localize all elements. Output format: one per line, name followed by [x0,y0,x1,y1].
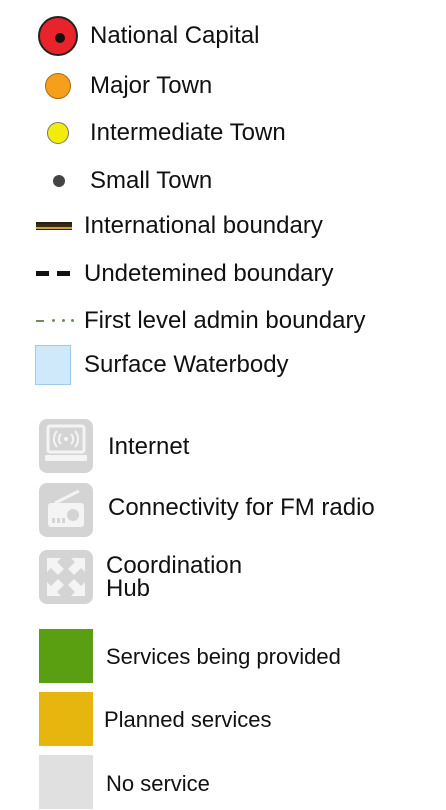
radio-icon [39,483,93,537]
no-service-label: No service [106,771,210,796]
legend-item-undetermined-boundary: Undetemined boundary [0,258,446,290]
major-town-label: Major Town [90,72,213,99]
coordination-hub-label-line2: Hub [106,575,151,602]
admin-boundary-label: First level admin boundary [84,307,366,334]
waterbody-swatch [35,345,71,385]
undetermined-boundary-label: Undetemined boundary [84,260,334,287]
legend-item-international-boundary: International boundary [0,210,446,242]
undetermined-boundary-line-icon [36,271,72,277]
legend-item-first-level-admin-boundary: First level admin boundary [0,305,446,337]
legend-item-coordination-hub: Coordination Hub [0,550,446,606]
international-boundary-label: International boundary [84,212,323,239]
legend-item-services-provided: Services being provided [0,629,446,685]
national-capital-label: National Capital [90,22,260,49]
major-town-icon [45,73,71,99]
legend-item-fm-radio: Connectivity for FM radio [0,483,446,539]
legend-item-small-town: Small Town [0,165,446,197]
legend-item-intermediate-town: Intermediate Town [0,117,446,149]
legend-item-planned-services: Planned services [0,692,446,748]
internet-icon [39,419,93,473]
internet-label: Internet [108,433,190,460]
legend-item-national-capital: National Capital [0,14,446,58]
no-service-swatch [39,755,93,809]
fm-radio-label: Connectivity for FM radio [108,494,375,521]
legend-item-major-town: Major Town [0,70,446,102]
planned-services-swatch [39,692,93,746]
intermediate-town-label: Intermediate Town [90,119,286,146]
services-provided-label: Services being provided [106,644,341,669]
services-provided-swatch [39,629,93,683]
small-town-label: Small Town [90,167,213,194]
small-town-icon [53,175,65,187]
legend-item-internet: Internet [0,419,446,475]
admin-boundary-line-icon [36,319,74,323]
legend-item-no-service: No service [0,755,446,809]
legend-item-surface-waterbody: Surface Waterbody [0,343,446,387]
national-capital-icon [38,16,78,56]
surface-waterbody-label: Surface Waterbody [84,351,289,378]
coordination-hub-icon [39,550,93,604]
planned-services-label: Planned services [104,707,272,732]
international-boundary-line-icon [36,222,72,230]
intermediate-town-icon [47,122,69,144]
